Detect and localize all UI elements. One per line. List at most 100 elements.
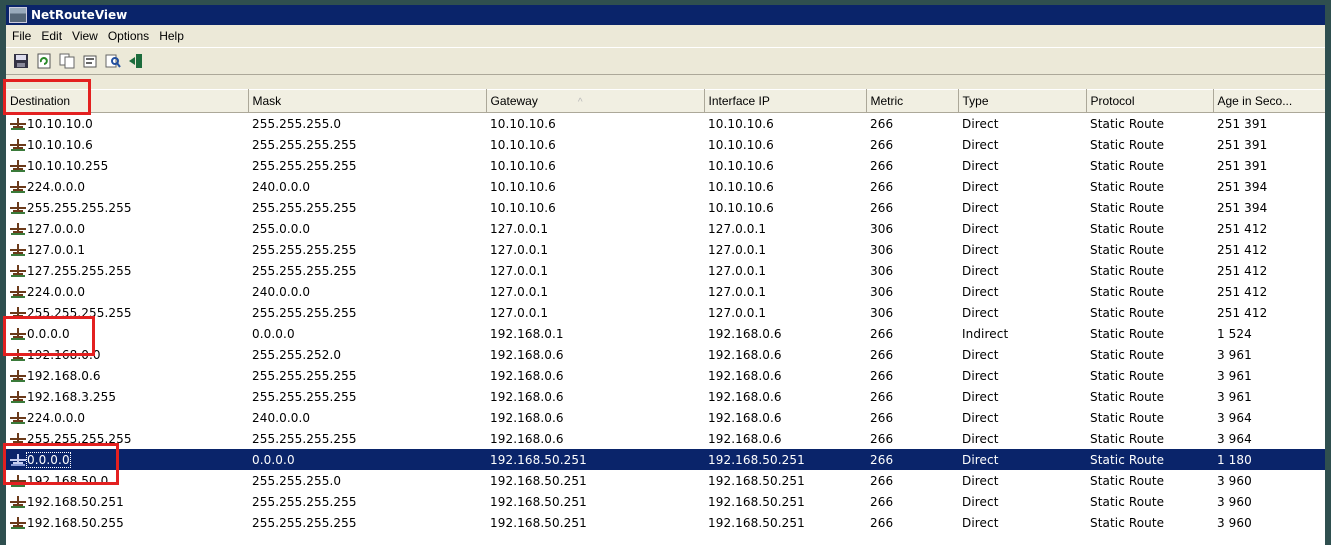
- table-row[interactable]: 192.168.50.0 255.255.255.0 192.168.50.251 1…: [6, 470, 1325, 491]
- cell-mask: 255.255.255.255: [252, 158, 357, 173]
- table-row[interactable]: 0.0.0.0 0.0.0.0 192.168.50.251 192.168.50.2…: [6, 449, 1325, 470]
- table-row[interactable]: 10.10.10.255 255.255.255.255 10.10.10.6 10.…: [6, 155, 1325, 176]
- cell-protocol: Static Route: [1090, 305, 1165, 320]
- table-row[interactable]: 255.255.255.255 255.255.255.255 10.10.10.6…: [6, 197, 1325, 218]
- title-bar: NetRouteView: [6, 5, 1325, 25]
- table-row[interactable]: 255.255.255.255 255.255.255.255 192.168.0.…: [6, 428, 1325, 449]
- exit-button[interactable]: [127, 52, 145, 70]
- find-button[interactable]: [104, 52, 122, 70]
- cell-metric: 266: [870, 473, 894, 488]
- cell-gateway: 10.10.10.6: [490, 116, 556, 131]
- cell-interface-ip: 10.10.10.6: [708, 158, 774, 173]
- cell-interface-ip: 10.10.10.6: [708, 179, 774, 194]
- cell-protocol: Static Route: [1090, 116, 1165, 131]
- cell-interface-ip: 10.10.10.6: [708, 200, 774, 215]
- menu-options[interactable]: Options: [104, 29, 155, 43]
- cell-mask: 255.255.255.0: [252, 473, 342, 488]
- cell-type: Direct: [958, 449, 1086, 470]
- cell-metric: 306: [870, 242, 894, 257]
- cell-type: Indirect: [962, 326, 1009, 341]
- cell-age: 3 961: [1217, 368, 1252, 383]
- cell-text: 10.10.10.6: [27, 137, 93, 152]
- menu-view[interactable]: View: [68, 29, 104, 43]
- cell-age: 3 964: [1217, 410, 1252, 425]
- cell-gateway: 127.0.0.1: [490, 305, 549, 320]
- properties-button[interactable]: [81, 52, 99, 70]
- network-route-icon: [10, 348, 26, 361]
- table-row[interactable]: 0.0.0.0 0.0.0.0 192.168.0.1 192.168.0.6 266 I…: [6, 323, 1325, 344]
- column-header-metric[interactable]: Metric: [866, 89, 959, 113]
- table-row[interactable]: 127.0.0.0 255.0.0.0 127.0.0.1 127.0.0.1 306 D…: [6, 218, 1325, 239]
- table-row[interactable]: 127.255.255.255 255.255.255.255 127.0.0.1 1…: [6, 260, 1325, 281]
- cell-gateway: 192.168.0.1: [490, 326, 564, 341]
- cell-mask: 255.255.255.255: [252, 389, 357, 404]
- table-row[interactable]: 192.168.50.255 255.255.255.255 192.168.50.…: [6, 512, 1325, 533]
- cell-type: Direct: [962, 221, 999, 236]
- column-header-interface-ip[interactable]: Interface IP: [704, 89, 867, 113]
- cell-protocol: Static Route: [1090, 368, 1165, 383]
- table-row[interactable]: 127.0.0.1 255.255.255.255 127.0.0.1 127.0.0…: [6, 239, 1325, 260]
- cell-type: Direct: [962, 116, 999, 131]
- cell-mask: 0.0.0.0: [248, 449, 486, 470]
- save-button[interactable]: [12, 52, 30, 70]
- exit-icon: [129, 54, 142, 68]
- menu-bar: File Edit View Options Help: [6, 25, 1325, 47]
- cell-interface-ip: 10.10.10.6: [708, 116, 774, 131]
- menu-edit[interactable]: Edit: [37, 29, 68, 43]
- menu-file[interactable]: File: [8, 29, 37, 43]
- cell-gateway: 192.168.0.6: [490, 368, 564, 383]
- cell-protocol: Static Route: [1090, 200, 1165, 215]
- menu-help[interactable]: Help: [155, 29, 190, 43]
- table-row[interactable]: 10.10.10.6 255.255.255.255 10.10.10.6 10.10…: [6, 134, 1325, 155]
- cell-destination: 192.168.3.255: [6, 386, 248, 407]
- cell-age: 3 960: [1217, 473, 1252, 488]
- network-route-icon: [10, 264, 26, 277]
- cell-protocol: Static Route: [1090, 179, 1165, 194]
- cell-protocol: Static Route: [1090, 326, 1165, 341]
- cell-type: Direct: [962, 200, 999, 215]
- cell-destination: 192.168.50.0: [6, 470, 248, 491]
- find-icon: [105, 54, 121, 68]
- cell-gateway: 127.0.0.1: [490, 263, 549, 278]
- table-row[interactable]: 224.0.0.0 240.0.0.0 127.0.0.1 127.0.0.1 306 D…: [6, 281, 1325, 302]
- cell-mask: 255.255.255.255: [252, 515, 357, 530]
- table-row[interactable]: 224.0.0.0 240.0.0.0 192.168.0.6 192.168.0.6…: [6, 407, 1325, 428]
- cell-gateway: 192.168.0.6: [490, 389, 564, 404]
- cell-mask: 255.255.255.255: [252, 137, 357, 152]
- column-header-age[interactable]: Age in Seco...: [1213, 89, 1325, 113]
- column-header-gateway[interactable]: Gateway ^: [486, 89, 705, 113]
- table-row[interactable]: 224.0.0.0 240.0.0.0 10.10.10.6 10.10.10.6 26…: [6, 176, 1325, 197]
- cell-type: Direct: [962, 410, 999, 425]
- refresh-button[interactable]: [35, 52, 53, 70]
- cell-protocol: Static Route: [1090, 473, 1165, 488]
- table-row[interactable]: 192.168.0.0 255.255.252.0 192.168.0.6 192.1…: [6, 344, 1325, 365]
- cell-text: 192.168.3.255: [27, 389, 117, 404]
- copy-button[interactable]: [58, 52, 76, 70]
- cell-gateway: 192.168.50.251: [486, 449, 704, 470]
- cell-interface-ip: 10.10.10.6: [708, 137, 774, 152]
- column-header-protocol[interactable]: Protocol: [1086, 89, 1214, 113]
- cell-protocol: Static Route: [1090, 284, 1165, 299]
- column-header-type[interactable]: Type: [958, 89, 1087, 113]
- cell-interface-ip: 127.0.0.1: [708, 263, 767, 278]
- cell-interface-ip: 192.168.0.6: [708, 389, 782, 404]
- table-header: Destination Mask Gateway ^ Interface IP M…: [6, 89, 1325, 113]
- table-row[interactable]: 192.168.50.251 255.255.255.255 192.168.50.…: [6, 491, 1325, 512]
- cell-metric: 266: [870, 389, 894, 404]
- table-row[interactable]: 255.255.255.255 255.255.255.255 127.0.0.1 1…: [6, 302, 1325, 323]
- column-header-mask[interactable]: Mask: [248, 89, 487, 113]
- network-route-icon: [10, 411, 26, 424]
- cell-type: Direct: [962, 158, 999, 173]
- cell-text: 10.10.10.0: [27, 116, 93, 131]
- table-row[interactable]: 10.10.10.0 255.255.255.0 10.10.10.6 10.10.1…: [6, 113, 1325, 135]
- cell-mask: 0.0.0.0: [252, 326, 295, 341]
- table-row[interactable]: 192.168.0.6 255.255.255.255 192.168.0.6 192…: [6, 365, 1325, 386]
- cell-gateway: 192.168.50.251: [490, 473, 587, 488]
- cell-type: Direct: [962, 431, 999, 446]
- cell-age: 1 180: [1213, 449, 1325, 470]
- cell-interface-ip: 192.168.50.251: [708, 515, 805, 530]
- network-route-icon: [10, 453, 26, 466]
- table-row[interactable]: 192.168.3.255 255.255.255.255 192.168.0.6 1…: [6, 386, 1325, 407]
- column-header-destination[interactable]: Destination: [6, 89, 249, 113]
- route-table-view[interactable]: Destination Mask Gateway ^ Interface IP M…: [6, 89, 1325, 545]
